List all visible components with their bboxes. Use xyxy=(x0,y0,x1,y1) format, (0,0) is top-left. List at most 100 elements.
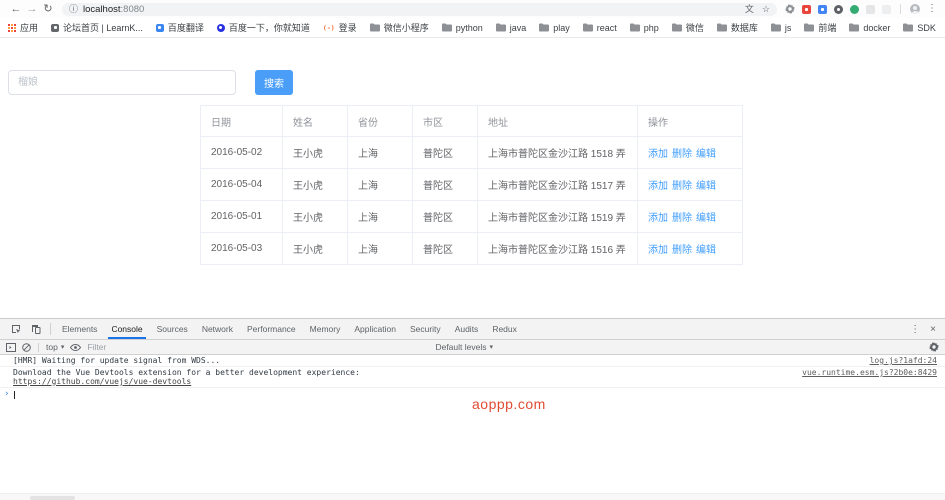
tab-performance[interactable]: Performance xyxy=(240,319,303,339)
console-filter-input[interactable] xyxy=(87,342,308,352)
folder-icon xyxy=(629,23,640,32)
console-message-text: [HMR] Waiting for update signal from WDS… xyxy=(13,356,221,365)
add-link[interactable]: 添加 xyxy=(648,209,668,224)
console-sidebar-icon[interactable] xyxy=(6,342,16,352)
devtools-close-icon[interactable]: × xyxy=(925,319,941,339)
blue-extension-icon[interactable] xyxy=(818,4,827,14)
grey-extension-icon-2[interactable] xyxy=(882,4,891,14)
devtools-menu-icon[interactable]: ⋮ xyxy=(905,319,925,339)
bookmark-folder[interactable]: js xyxy=(770,22,792,33)
tab-security[interactable]: Security xyxy=(403,319,448,339)
folder-icon xyxy=(539,23,550,32)
folder-icon xyxy=(671,23,682,32)
device-toolbar-icon[interactable] xyxy=(26,319,46,339)
bookmark-folder[interactable]: php xyxy=(629,23,659,33)
edit-link[interactable]: 编辑 xyxy=(696,209,716,224)
browser-window: ← → ↻ ⓘ localhost :8080 文 ☆ ⋮ 应用 论坛首页 | … xyxy=(0,0,945,500)
bookmark-item-apps[interactable]: 应用 xyxy=(8,21,38,34)
cell-province: 上海 xyxy=(348,137,413,168)
green-extension-icon[interactable] xyxy=(850,4,859,14)
tab-memory[interactable]: Memory xyxy=(303,319,348,339)
console-source-link[interactable]: log.js?1afd:24 xyxy=(870,356,937,365)
chrome-menu-icon[interactable]: ⋮ xyxy=(927,4,937,14)
tab-audits[interactable]: Audits xyxy=(448,319,486,339)
bookmark-folder[interactable]: docker xyxy=(849,23,890,33)
bookmark-item[interactable]: (-) 登录 xyxy=(323,21,357,34)
bookmark-folder[interactable]: play xyxy=(539,23,570,33)
add-link[interactable]: 添加 xyxy=(648,241,668,256)
bookmark-label: js xyxy=(784,22,792,33)
bookmark-label: 应用 xyxy=(20,23,39,33)
delete-link[interactable]: 删除 xyxy=(672,145,692,160)
tab-network[interactable]: Network xyxy=(195,319,240,339)
tabbar-divider xyxy=(50,323,51,335)
eye-icon[interactable] xyxy=(70,343,82,351)
cell-date: 2016-05-03 xyxy=(201,233,283,264)
delete-link[interactable]: 删除 xyxy=(672,209,692,224)
edit-link[interactable]: 编辑 xyxy=(696,177,716,192)
bookmark-item[interactable]: 百度一下，你就知道 xyxy=(216,21,310,34)
bookmark-folder[interactable]: SDK xyxy=(903,23,936,33)
log-level-selector[interactable]: Default levels ▾ xyxy=(435,342,493,352)
bookmark-folder[interactable]: react xyxy=(582,23,617,33)
console-source-link[interactable]: vue.runtime.esm.js?2b0e:8429 xyxy=(802,368,937,377)
bookmark-star-icon[interactable]: ☆ xyxy=(762,4,770,14)
add-link[interactable]: 添加 xyxy=(648,145,668,160)
context-selector[interactable]: top ▾ xyxy=(46,342,64,352)
reload-icon[interactable]: ↻ xyxy=(40,0,56,18)
message-line: Download the Vue Devtools extension for … xyxy=(13,368,360,377)
cell-address: 上海市普陀区金沙江路 1518 弄 xyxy=(478,137,638,168)
bookmark-item[interactable]: 百度翻译 xyxy=(155,21,204,34)
cell-actions: 添加 删除 编辑 xyxy=(638,169,742,200)
red-extension-icon[interactable] xyxy=(802,4,811,14)
table-row: 2016-05-01 王小虎 上海 普陀区 上海市普陀区金沙江路 1519 弄 … xyxy=(201,201,742,233)
bookmark-folder[interactable]: java xyxy=(495,23,526,33)
delete-link[interactable]: 删除 xyxy=(672,177,692,192)
tab-console[interactable]: Console xyxy=(104,319,149,339)
tab-sources[interactable]: Sources xyxy=(150,319,195,339)
search-input[interactable] xyxy=(8,70,236,95)
table-row: 2016-05-03 王小虎 上海 普陀区 上海市普陀区金沙江路 1516 弄 … xyxy=(201,233,742,265)
profile-avatar[interactable] xyxy=(910,4,920,14)
bookmark-label: 百度翻译 xyxy=(167,23,204,33)
forward-icon[interactable]: → xyxy=(24,0,40,18)
tab-redux[interactable]: Redux xyxy=(485,319,524,339)
edit-link[interactable]: 编辑 xyxy=(696,145,716,160)
bottom-edge-strip xyxy=(0,493,945,500)
add-link[interactable]: 添加 xyxy=(648,177,668,192)
back-icon[interactable]: ← xyxy=(8,0,24,18)
console-message: Download the Vue Devtools extension for … xyxy=(0,367,945,388)
clear-console-icon[interactable] xyxy=(22,342,31,352)
bookmark-folder[interactable]: 数据库 xyxy=(716,21,758,34)
bookmark-folder[interactable]: 微信小程序 xyxy=(369,21,429,34)
tab-application[interactable]: Application xyxy=(347,319,403,339)
table-header-row: 日期 姓名 省份 市区 地址 操作 xyxy=(201,106,742,137)
console-settings-gear-icon[interactable] xyxy=(929,342,939,352)
context-selector-value: top xyxy=(46,342,58,352)
inspect-element-icon[interactable] xyxy=(6,319,26,339)
data-table: 日期 姓名 省份 市区 地址 操作 2016-05-02 王小虎 上海 普陀区 … xyxy=(200,105,743,265)
table-row: 2016-05-02 王小虎 上海 普陀区 上海市普陀区金沙江路 1518 弄 … xyxy=(201,137,742,169)
search-button[interactable]: 搜索 xyxy=(255,70,293,95)
dark-extension-icon[interactable] xyxy=(834,4,843,14)
bookmark-label: 百度一下，你就知道 xyxy=(228,23,310,33)
cell-actions: 添加 删除 编辑 xyxy=(638,233,742,264)
tab-elements[interactable]: Elements xyxy=(55,319,104,339)
address-bar[interactable]: ⓘ localhost :8080 文 ☆ xyxy=(62,2,777,16)
delete-link[interactable]: 删除 xyxy=(672,241,692,256)
grey-extension-icon[interactable] xyxy=(866,4,875,14)
bookmark-folder[interactable]: python xyxy=(441,23,483,33)
bookmark-item[interactable]: 论坛首页 | LearnK... xyxy=(51,21,143,34)
edit-link[interactable]: 编辑 xyxy=(696,241,716,256)
bookmark-folder[interactable]: 微信 xyxy=(671,21,704,34)
bookmark-folder[interactable]: 前端 xyxy=(804,21,836,34)
cell-name: 王小虎 xyxy=(283,169,348,200)
folder-icon xyxy=(716,23,727,32)
translate-icon[interactable]: 文 xyxy=(745,4,754,14)
url-port: :8080 xyxy=(120,3,145,15)
page-content: 搜索 日期 姓名 省份 市区 地址 操作 2016-05-02 王小虎 上海 普… xyxy=(0,38,945,318)
console-url-link[interactable]: https://github.com/vuejs/vue-devtools xyxy=(13,377,191,386)
site-info-icon[interactable]: ⓘ xyxy=(69,4,78,14)
gear-extension-icon[interactable] xyxy=(785,4,795,14)
site-favicon xyxy=(155,23,164,32)
